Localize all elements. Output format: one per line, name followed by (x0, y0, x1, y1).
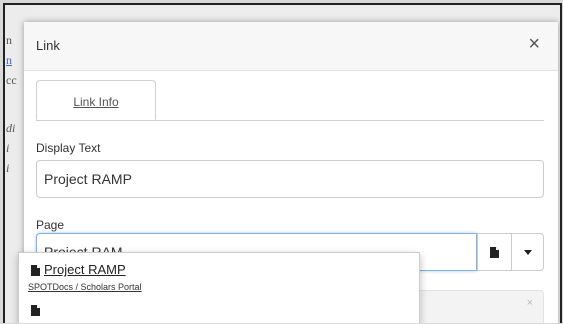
tab-bar: Link Info (36, 80, 544, 121)
background-text: di (6, 121, 16, 135)
background-text: i (6, 141, 10, 155)
suggestion-item[interactable]: Project RAMP SPOTDocs / Scholars Portal (19, 253, 419, 295)
screenshot-frame: n n cc ir di i i Link × Link Info Displa… (3, 3, 562, 323)
background-link: n (6, 53, 12, 67)
dialog-header: Link × (24, 22, 558, 71)
page-label: Page (36, 218, 65, 232)
close-icon[interactable]: × (527, 297, 533, 309)
background-text: i (6, 161, 10, 175)
suggestion-title: Project RAMP (44, 262, 126, 277)
document-icon (490, 246, 499, 258)
document-icon (31, 263, 40, 281)
display-text-input[interactable] (36, 160, 544, 198)
display-text-label: Display Text (36, 141, 101, 155)
document-icon (31, 303, 40, 321)
browse-page-button[interactable] (477, 233, 512, 271)
dialog-title: Link (36, 38, 60, 53)
tab-link-info[interactable]: Link Info (36, 80, 156, 120)
close-icon[interactable]: × (528, 34, 540, 54)
background-text: n (6, 33, 12, 47)
suggestion-path: SPOTDocs / Scholars Portal (28, 282, 142, 292)
tab-label: Link Info (73, 95, 119, 109)
caret-down-icon (523, 249, 532, 255)
page-options-button[interactable] (511, 233, 544, 271)
suggestion-item[interactable] (19, 295, 419, 323)
page-suggestions-dropdown: Project RAMP SPOTDocs / Scholars Portal (18, 252, 420, 323)
background-text: cc (6, 73, 17, 87)
